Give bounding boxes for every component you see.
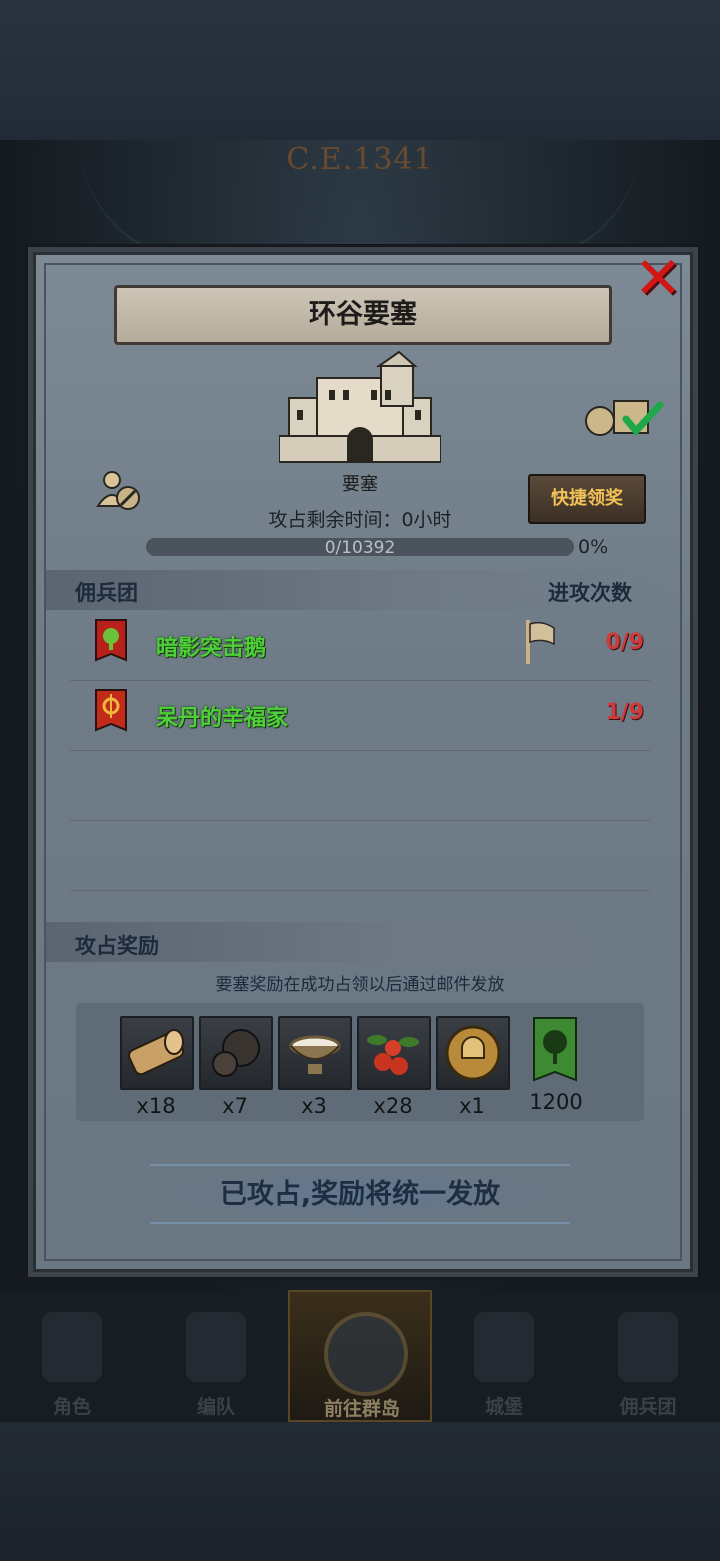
berries-icon	[357, 1016, 431, 1090]
progress-value: 0/10392	[324, 538, 396, 558]
mercenary-row[interactable]: 暗影突击鹅 0/9	[70, 612, 650, 681]
wood-log-icon	[120, 1016, 194, 1090]
reward-note: 要塞奖励在成功占领以后通过邮件发放	[215, 975, 505, 995]
truffle-icon	[199, 1016, 273, 1090]
nav-item-islands[interactable]: 前往群岛	[288, 1290, 432, 1422]
empty-row	[70, 822, 650, 891]
no-person-icon	[96, 471, 140, 510]
helmet-icon	[186, 1312, 246, 1382]
mercenary-name: 呆丹的辛福家	[156, 706, 289, 731]
status-text: 已攻占,奖励将统一发放	[219, 1179, 501, 1210]
nav-label: 编队	[196, 1396, 235, 1418]
close-x-icon: ✕	[633, 244, 683, 312]
building-type-label: 要塞	[342, 474, 378, 495]
nav-label: 角色	[52, 1396, 91, 1418]
reward-item[interactable]: 1200	[520, 1016, 592, 1114]
nav-label: 城堡	[484, 1396, 523, 1418]
reward-qty: x7	[222, 1094, 248, 1118]
close-button[interactable]: ✕	[630, 249, 686, 307]
mercenary-banner-icon	[618, 1312, 678, 1382]
empty-row	[70, 752, 650, 821]
nav-label: 佣兵团	[619, 1396, 677, 1418]
time-remaining: 攻占剩余时间：0小时	[268, 509, 452, 531]
era-label: C.E.1341	[286, 142, 434, 177]
knight-icon	[42, 1312, 102, 1382]
reward-qty: x3	[301, 1094, 327, 1118]
green-banner-icon	[520, 1016, 590, 1086]
reward-header-label: 攻占奖励	[75, 934, 159, 958]
flag-icon[interactable]	[522, 618, 558, 666]
bottom-nav: 角色 编队 前往群岛 城堡 佣兵团	[0, 1290, 720, 1422]
tree-banner-icon	[95, 619, 127, 662]
mercenary-header-label: 佣兵团	[75, 581, 138, 605]
attack-count: 0/9	[605, 630, 644, 655]
progress-percent: 0%	[578, 536, 609, 558]
mercenary-row[interactable]: 呆丹的辛福家 1/9	[70, 682, 650, 751]
dialog-title: 环谷要塞	[114, 285, 612, 345]
nav-label: 前往群岛	[323, 1398, 400, 1420]
castle-icon	[474, 1312, 534, 1382]
reward-item[interactable]: x18	[120, 1016, 194, 1118]
bottom-band	[0, 1422, 720, 1561]
reward-qty: 1200	[529, 1090, 583, 1114]
attack-count: 1/9	[605, 700, 644, 725]
nav-item-formation[interactable]: 编队	[144, 1290, 288, 1422]
reward-item[interactable]: x1	[436, 1016, 510, 1118]
chest-check-icon	[585, 400, 664, 437]
reward-qty: x18	[136, 1094, 176, 1118]
nav-item-castle[interactable]: 城堡	[432, 1290, 576, 1422]
milk-bowl-icon	[278, 1016, 352, 1090]
nav-item-mercenary[interactable]: 佣兵团	[576, 1290, 720, 1422]
attack-count-header: 进攻次数	[548, 581, 632, 605]
globe-icon	[324, 1312, 408, 1396]
nav-item-character[interactable]: 角色	[0, 1290, 144, 1422]
reward-qty: x28	[373, 1094, 413, 1118]
quick-claim-button[interactable]: 快捷领奖	[528, 474, 646, 524]
mercenary-name: 暗影突击鹅	[156, 636, 267, 661]
helmet-medal-icon	[436, 1016, 510, 1090]
reward-item[interactable]: x3	[278, 1016, 352, 1118]
reward-item[interactable]: x28	[357, 1016, 431, 1118]
fortress-icon	[279, 350, 441, 463]
reward-item[interactable]: x7	[199, 1016, 273, 1118]
reward-qty: x1	[459, 1094, 485, 1118]
top-band	[0, 0, 720, 140]
sun-banner-icon	[95, 689, 127, 732]
